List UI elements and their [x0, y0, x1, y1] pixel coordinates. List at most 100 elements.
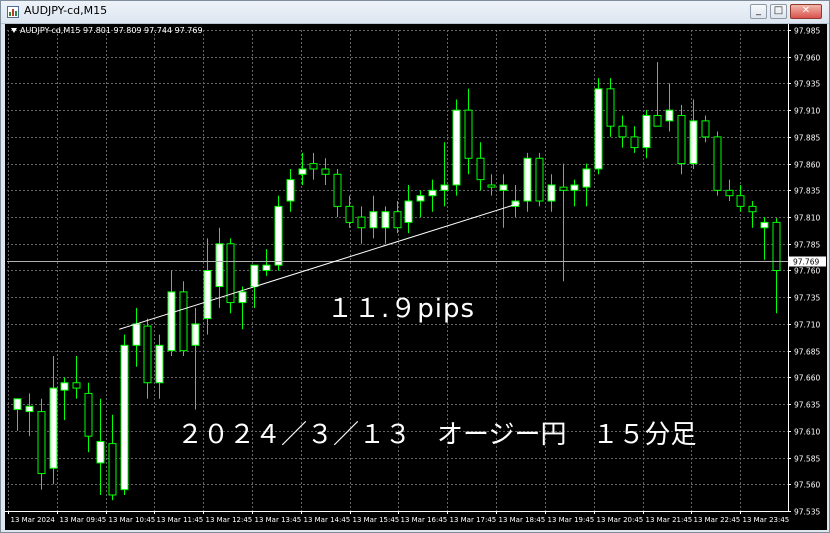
candle-body-bullish — [369, 211, 378, 229]
y-tick-label: 97.685 — [794, 348, 820, 357]
x-tick-label: 13 Mar 11:45 — [157, 516, 204, 524]
x-tick-label: 13 Mar 2024 — [11, 516, 56, 524]
terminal-window: AUDJPY-cd,M15 _ □ ✕ 97.535 97.560 97.585 97… — [0, 0, 830, 533]
y-tick-label: 97.710 — [794, 321, 820, 330]
candle-body-bearish — [108, 443, 117, 496]
candle-body-bullish — [250, 264, 259, 288]
candle-body-bullish — [262, 264, 271, 271]
x-tick-label: 13 Mar 12:45 — [206, 516, 253, 524]
candle-body-bullish — [238, 291, 247, 304]
candle-body-bullish — [416, 195, 425, 202]
candle-body-bearish — [357, 216, 366, 229]
x-tick-label: 13 Mar 10:45 — [109, 516, 156, 524]
candle-body-bearish — [713, 136, 722, 191]
candle-body-bullish — [642, 115, 651, 149]
y-tick-label: 97.810 — [794, 214, 820, 223]
x-tick-label: 13 Mar 15:45 — [353, 516, 400, 524]
y-tick-label: 97.960 — [794, 54, 820, 63]
candle-body-bullish — [13, 398, 22, 410]
title-bar[interactable]: AUDJPY-cd,M15 _ □ ✕ — [1, 1, 829, 24]
y-tick-label: 97.785 — [794, 241, 820, 250]
candle-body-bearish — [736, 195, 745, 207]
chart-window-icon — [7, 6, 19, 18]
x-tick-label: 13 Mar 20:45 — [597, 516, 644, 524]
maximize-button[interactable]: □ — [770, 4, 787, 19]
candle-body-bullish — [381, 211, 390, 229]
candle-body-bearish — [345, 205, 354, 223]
y-tick-label: 97.985 — [794, 27, 820, 36]
x-tick-label: 13 Mar 19:45 — [548, 516, 595, 524]
y-tick-label: 97.760 — [794, 267, 820, 276]
candle-body-bullish — [167, 291, 176, 352]
dropdown-triangle-icon — [11, 28, 17, 33]
candle-body-bearish — [618, 125, 627, 138]
y-tick-label: 97.910 — [794, 107, 820, 116]
candle-body-bullish — [547, 184, 556, 202]
y-tick-label: 97.835 — [794, 187, 820, 196]
candle-body-bullish — [286, 179, 295, 202]
y-tick-label: 97.735 — [794, 294, 820, 303]
candle-body-bullish — [96, 441, 105, 464]
candle-body-bullish — [49, 387, 58, 469]
chart-header: AUDJPY-cd,M15 97.801 97.809 97.744 97.76… — [11, 26, 203, 35]
candle-body-bearish — [309, 163, 318, 170]
candle-body-bearish — [393, 211, 402, 229]
candle-body-bullish — [440, 184, 449, 191]
x-tick-label: 13 Mar 14:45 — [304, 516, 351, 524]
candle-body-bearish — [535, 157, 544, 202]
candle-body-bullish — [60, 382, 69, 391]
candle-body-bullish — [582, 168, 591, 188]
y-tick-label: 97.935 — [794, 80, 820, 89]
x-tick-label: 13 Mar 16:45 — [401, 516, 448, 524]
candle-body-bullish — [499, 184, 508, 191]
candle-body-bullish — [570, 184, 579, 191]
y-tick-label: 97.585 — [794, 455, 820, 464]
candle-body-bearish — [84, 392, 93, 437]
candle-body-bearish — [72, 382, 81, 389]
pips-annotation: １１.９pips — [327, 294, 475, 324]
chart-canvas[interactable]: 97.535 97.560 97.585 97.610 97.635 97.660 97.6… — [5, 24, 827, 530]
candle-body-bullish — [523, 157, 532, 202]
x-tick-label: 13 Mar 09:45 — [60, 516, 107, 524]
candle-body-bullish — [25, 405, 34, 413]
candle-body-bullish — [215, 243, 224, 288]
candle-body-bullish — [760, 221, 769, 229]
candle-body-bullish — [452, 109, 461, 186]
candle-body-bearish — [748, 205, 757, 213]
candle-body-bearish — [487, 184, 496, 188]
minimize-button[interactable]: _ — [750, 4, 767, 19]
candle-body-bullish — [191, 323, 200, 346]
y-tick-label: 97.535 — [794, 508, 820, 517]
x-tick-label: 13 Mar 23:45 — [743, 516, 790, 524]
candle-body-bearish — [606, 88, 615, 127]
candle-body-bullish — [120, 344, 129, 491]
candle-body-bearish — [333, 173, 342, 207]
candle-body-bullish — [594, 88, 603, 170]
close-button[interactable]: ✕ — [790, 4, 822, 19]
candle-body-bullish — [689, 120, 698, 165]
candle-body-bullish — [274, 205, 283, 266]
candle-body-bullish — [404, 200, 413, 223]
candle-body-bearish — [476, 157, 485, 181]
window-title: AUDJPY-cd,M15 — [24, 4, 108, 17]
x-tick-label: 13 Mar 18:45 — [499, 516, 546, 524]
candle-body-bullish — [428, 189, 437, 197]
x-tick-label: 13 Mar 21:45 — [646, 516, 693, 524]
candle-body-bearish — [653, 115, 662, 127]
y-tick-label: 97.860 — [794, 161, 820, 170]
candle-body-bullish — [203, 270, 212, 320]
x-tick-label: 13 Mar 13:45 — [255, 516, 302, 524]
candlestick-chart[interactable]: 97.535 97.560 97.585 97.610 97.635 97.660 97.6… — [5, 24, 827, 530]
x-tick-label: 13 Mar 17:45 — [450, 516, 497, 524]
x-tick-label: 13 Mar 22:45 — [694, 516, 741, 524]
candle-body-bearish — [677, 115, 686, 165]
y-tick-label: 97.610 — [794, 428, 820, 437]
y-tick-label: 97.660 — [794, 374, 820, 383]
candle-body-bearish — [179, 291, 188, 352]
candle-body-bearish — [143, 325, 152, 384]
chart-caption: ２０２４／３／１３ オージー円 １５分足 — [177, 420, 696, 450]
y-tick-label: 97.635 — [794, 401, 820, 410]
candle-body-bearish — [37, 411, 46, 475]
symbol-ohlc-text: AUDJPY-cd,M15 97.801 97.809 97.744 97.76… — [20, 26, 203, 35]
candle-body-bullish — [132, 323, 141, 346]
